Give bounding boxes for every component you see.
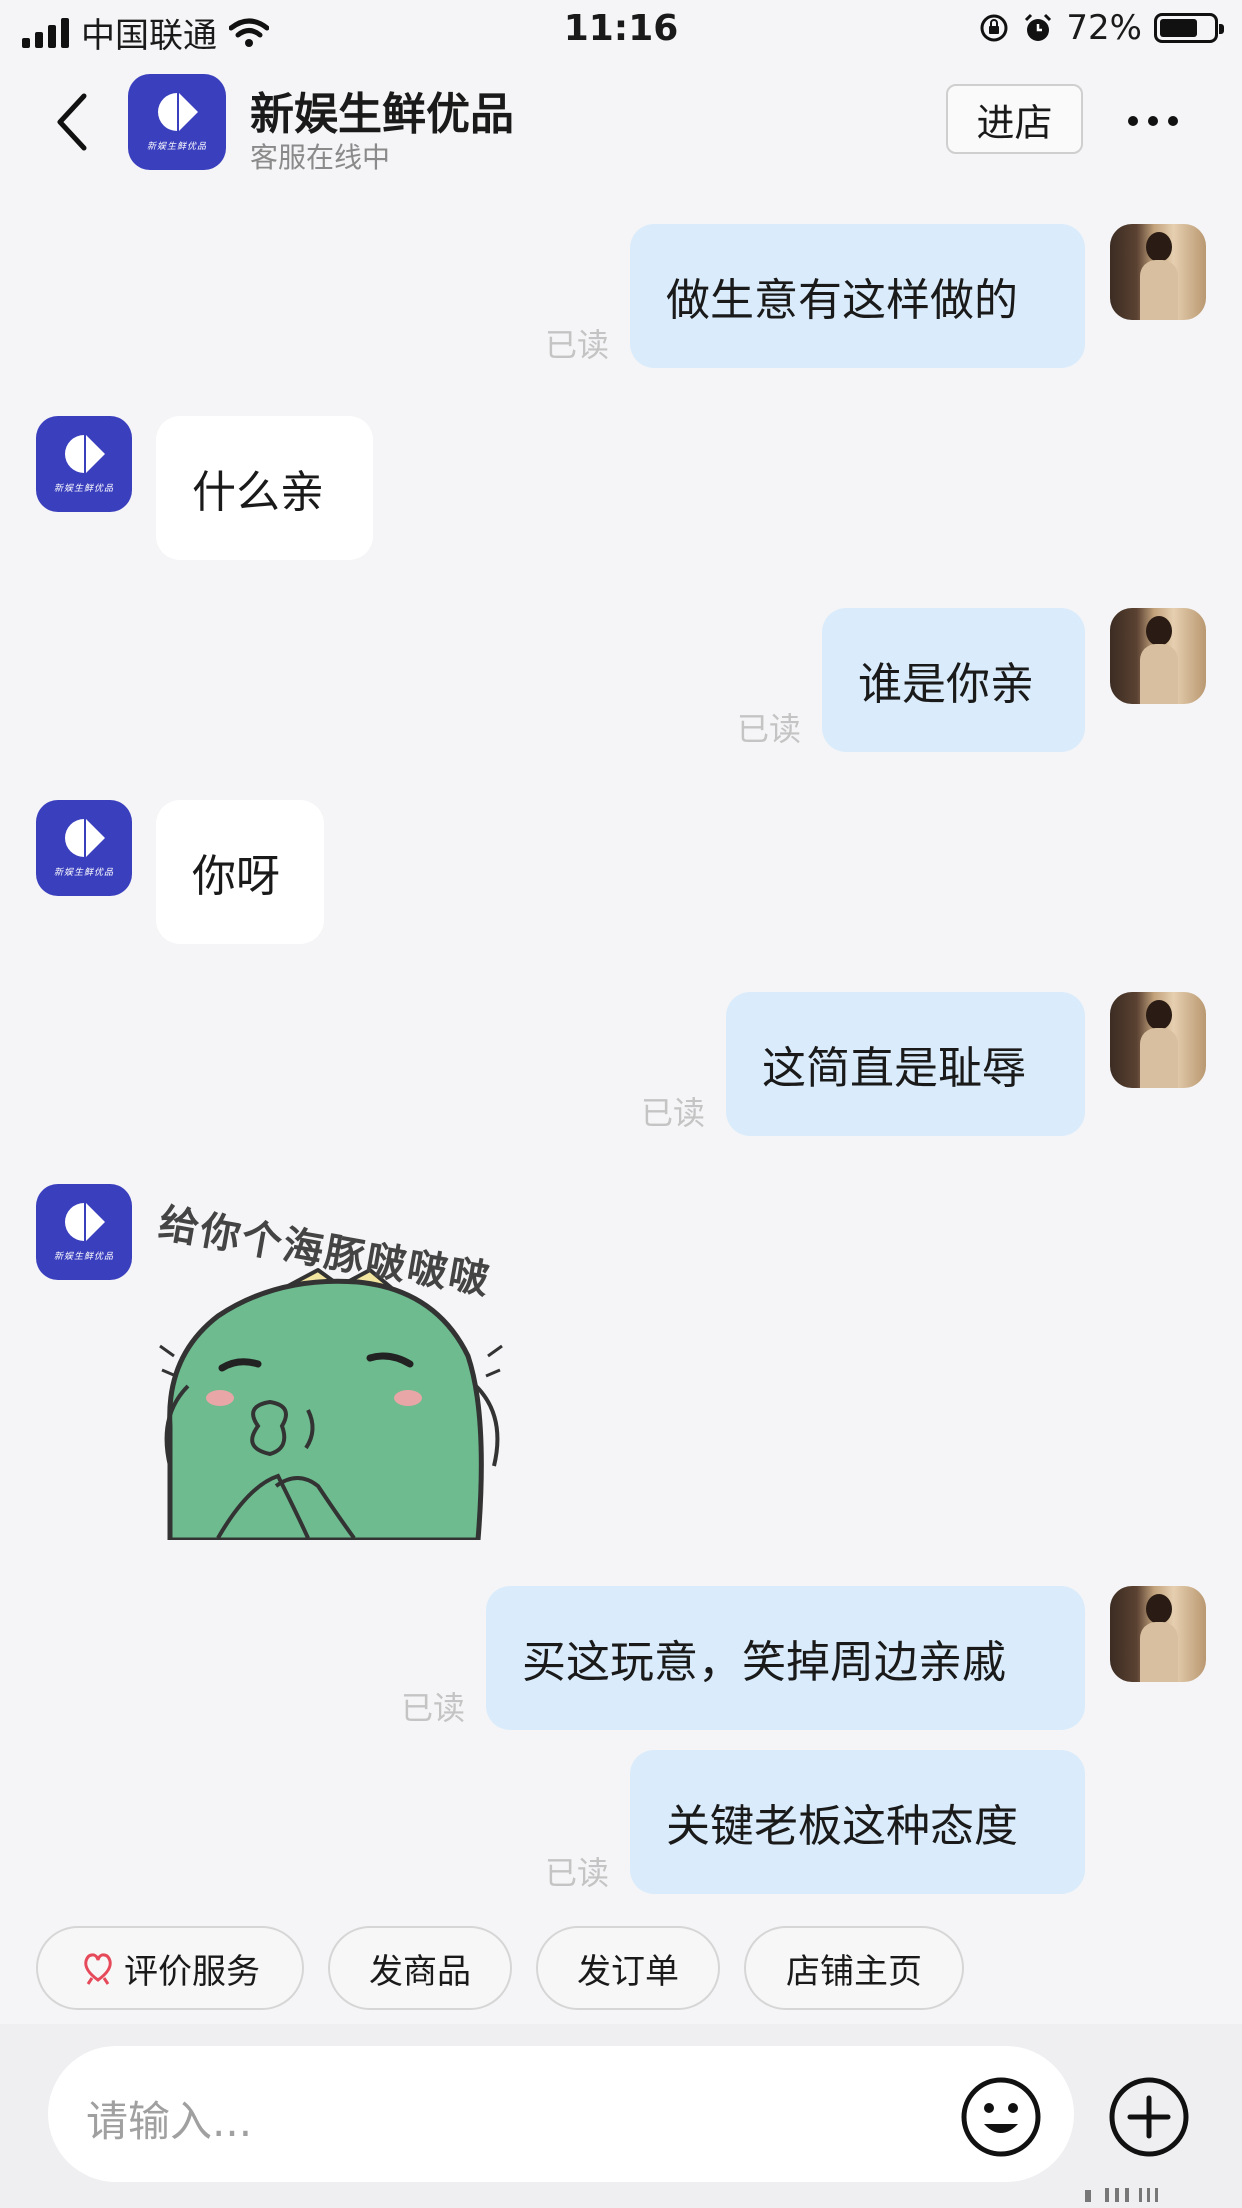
rate-service-label: 评价服务 <box>124 1951 260 1992</box>
battery-icon <box>1154 13 1224 43</box>
logo-text: 新娱生鲜优品 <box>53 1251 114 1262</box>
shop-logo-icon <box>65 1202 105 1241</box>
message-input[interactable]: 请输入... <box>48 2046 1074 2182</box>
shop-avatar[interactable]: 新娱生鲜优品 <box>128 74 226 170</box>
my-message-bubble[interactable]: 这简直是耻辱 <box>726 992 1085 1136</box>
read-receipt: 已读 <box>545 326 610 364</box>
alarm-icon <box>1025 13 1052 41</box>
my-message-bubble[interactable]: 谁是你亲 <box>822 608 1085 752</box>
user-avatar[interactable] <box>1110 608 1206 704</box>
emoji-icon[interactable] <box>960 2076 1042 2158</box>
battery-fill <box>1160 19 1198 37</box>
send-product-button[interactable]: 发商品 <box>328 1926 512 2010</box>
logo-text: 新娱生鲜优品 <box>146 141 207 152</box>
user-avatar[interactable] <box>1110 224 1206 320</box>
input-placeholder: 请输入... <box>86 2097 253 2146</box>
input-area: 请输入... <box>0 2024 1242 2208</box>
battery-percent: 72% <box>1066 8 1142 48</box>
shop-avatar[interactable]: 新娱生鲜优品 <box>36 1184 132 1280</box>
shop-name[interactable]: 新娱生鲜优品 <box>250 78 514 142</box>
my-message-bubble[interactable]: 买这玩意，笑掉周边亲戚 <box>486 1586 1085 1730</box>
shop-logo-icon <box>158 92 198 131</box>
user-avatar[interactable] <box>1110 1586 1206 1682</box>
shop-message-bubble[interactable]: 你呀 <box>156 800 324 944</box>
shop-avatar[interactable]: 新娱生鲜优品 <box>36 416 132 512</box>
enter-store-button[interactable]: 进店 <box>946 84 1083 154</box>
send-order-button[interactable]: 发订单 <box>536 1926 720 2010</box>
watermark-icon <box>1085 2188 1158 2202</box>
read-receipt: 已读 <box>401 1689 466 1727</box>
read-receipt: 已读 <box>641 1094 706 1132</box>
rotation-lock-icon <box>980 14 1008 42</box>
read-receipt: 已读 <box>737 710 802 748</box>
back-arrow-icon[interactable] <box>50 90 100 154</box>
shop-logo-icon <box>65 434 105 473</box>
read-receipt: 已读 <box>545 1854 610 1892</box>
status-bar: 中国联通 11:16 72% <box>0 0 1242 64</box>
more-options-icon[interactable] <box>1128 106 1188 136</box>
chat-header: 新娱生鲜优品 新娱生鲜优品 客服在线中 进店 <box>0 64 1242 184</box>
shop-message-bubble[interactable]: 什么亲 <box>156 416 373 560</box>
logo-text: 新娱生鲜优品 <box>53 867 114 878</box>
service-status: 客服在线中 <box>250 141 391 174</box>
my-message-bubble[interactable]: 关键老板这种态度 <box>630 1750 1085 1894</box>
rate-service-button[interactable]: 评价服务 <box>36 1926 304 2010</box>
plus-icon[interactable] <box>1108 2076 1190 2158</box>
shop-logo-icon <box>65 818 105 857</box>
store-home-button[interactable]: 店铺主页 <box>744 1926 964 2010</box>
status-right: 72% <box>978 8 1224 48</box>
my-message-bubble[interactable]: 做生意有这样做的 <box>630 224 1085 368</box>
heart-hands-icon <box>84 1953 112 1985</box>
shop-avatar[interactable]: 新娱生鲜优品 <box>36 800 132 896</box>
logo-text: 新娱生鲜优品 <box>53 483 114 494</box>
user-avatar[interactable] <box>1110 992 1206 1088</box>
